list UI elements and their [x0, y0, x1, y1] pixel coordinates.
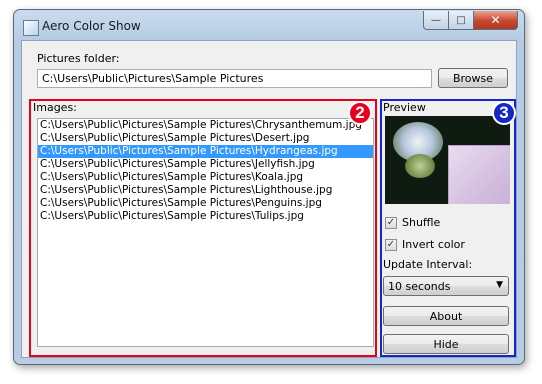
update-interval-label: Update Interval:: [383, 258, 473, 271]
images-group: Images: C:\Users\Public\Pictures\Sample …: [29, 99, 377, 357]
window-title: Aero Color Show: [42, 19, 141, 33]
update-interval-value: 10 seconds: [388, 280, 451, 293]
invert-color-checkbox[interactable]: ✓: [385, 239, 397, 251]
close-button[interactable]: ✕: [474, 11, 518, 30]
list-item[interactable]: C:\Users\Public\Pictures\Sample Pictures…: [38, 197, 373, 210]
invert-color-label: Invert color: [402, 238, 465, 251]
images-label: Images:: [33, 101, 77, 114]
list-item[interactable]: C:\Users\Public\Pictures\Sample Pictures…: [38, 171, 373, 184]
shuffle-label: Shuffle: [402, 216, 441, 229]
chevron-down-icon: ▼: [496, 280, 503, 290]
list-item[interactable]: C:\Users\Public\Pictures\Sample Pictures…: [38, 210, 373, 223]
preview-group: Preview ✓ Shuffle ✓ Invert color Update …: [380, 99, 516, 357]
app-window: Aero Color Show — □ ✕ Pictures folder: C…: [13, 9, 525, 365]
pictures-folder-label: Pictures folder:: [37, 52, 120, 65]
app-icon: [23, 20, 39, 36]
minimize-button[interactable]: —: [423, 11, 449, 30]
caption-buttons: — □ ✕: [423, 11, 518, 30]
list-item[interactable]: C:\Users\Public\Pictures\Sample Pictures…: [38, 184, 373, 197]
list-item[interactable]: C:\Users\Public\Pictures\Sample Pictures…: [38, 119, 373, 132]
shuffle-checkbox[interactable]: ✓: [385, 217, 397, 229]
update-interval-select[interactable]: 10 seconds ▼: [383, 276, 509, 296]
maximize-button[interactable]: □: [449, 11, 474, 30]
about-button[interactable]: About: [383, 306, 509, 326]
hide-button[interactable]: Hide: [383, 334, 509, 354]
browse-button[interactable]: Browse: [438, 68, 508, 88]
preview-color-overlay: [448, 145, 510, 204]
list-item[interactable]: C:\Users\Public\Pictures\Sample Pictures…: [38, 158, 373, 171]
callout-badge-2: 2: [348, 101, 372, 125]
list-item[interactable]: C:\Users\Public\Pictures\Sample Pictures…: [38, 132, 373, 145]
preview-label: Preview: [383, 101, 426, 114]
list-item[interactable]: C:\Users\Public\Pictures\Sample Pictures…: [38, 145, 373, 158]
callout-badge-3: 3: [492, 101, 516, 125]
client-area: Pictures folder: C:\Users\Public\Picture…: [21, 40, 517, 358]
pictures-folder-input[interactable]: C:\Users\Public\Pictures\Sample Pictures: [37, 69, 432, 88]
images-listbox[interactable]: C:\Users\Public\Pictures\Sample Pictures…: [37, 118, 374, 347]
preview-image: [385, 116, 510, 204]
preview-flower-leaves: [405, 154, 435, 178]
